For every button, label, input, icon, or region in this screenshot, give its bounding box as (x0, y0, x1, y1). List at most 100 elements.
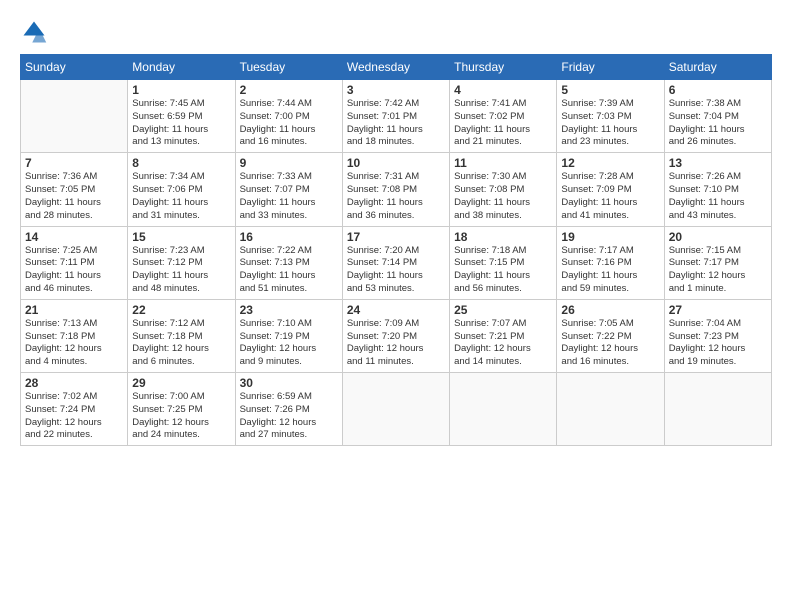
day-info: Sunrise: 6:59 AMSunset: 7:26 PMDaylight:… (240, 391, 338, 442)
calendar-header-monday: Monday (128, 55, 235, 80)
calendar-header-friday: Friday (557, 55, 664, 80)
day-number: 5 (561, 83, 659, 97)
logo-icon (20, 18, 48, 46)
day-number: 2 (240, 83, 338, 97)
day-number: 11 (454, 156, 552, 170)
day-info: Sunrise: 7:05 AMSunset: 7:22 PMDaylight:… (561, 318, 659, 369)
day-number: 25 (454, 303, 552, 317)
calendar-header-saturday: Saturday (664, 55, 771, 80)
day-info: Sunrise: 7:31 AMSunset: 7:08 PMDaylight:… (347, 171, 445, 222)
calendar-cell: 4Sunrise: 7:41 AMSunset: 7:02 PMDaylight… (450, 80, 557, 153)
day-info: Sunrise: 7:36 AMSunset: 7:05 PMDaylight:… (25, 171, 123, 222)
calendar-cell: 28Sunrise: 7:02 AMSunset: 7:24 PMDayligh… (21, 373, 128, 446)
calendar-cell: 25Sunrise: 7:07 AMSunset: 7:21 PMDayligh… (450, 299, 557, 372)
calendar-cell: 13Sunrise: 7:26 AMSunset: 7:10 PMDayligh… (664, 153, 771, 226)
page: SundayMondayTuesdayWednesdayThursdayFrid… (0, 0, 792, 612)
day-number: 10 (347, 156, 445, 170)
day-number: 14 (25, 230, 123, 244)
calendar-cell: 29Sunrise: 7:00 AMSunset: 7:25 PMDayligh… (128, 373, 235, 446)
calendar-cell: 26Sunrise: 7:05 AMSunset: 7:22 PMDayligh… (557, 299, 664, 372)
day-number: 1 (132, 83, 230, 97)
day-number: 13 (669, 156, 767, 170)
day-info: Sunrise: 7:20 AMSunset: 7:14 PMDaylight:… (347, 245, 445, 296)
calendar-header-thursday: Thursday (450, 55, 557, 80)
calendar-cell: 12Sunrise: 7:28 AMSunset: 7:09 PMDayligh… (557, 153, 664, 226)
calendar-cell (664, 373, 771, 446)
day-info: Sunrise: 7:38 AMSunset: 7:04 PMDaylight:… (669, 98, 767, 149)
day-number: 18 (454, 230, 552, 244)
day-info: Sunrise: 7:04 AMSunset: 7:23 PMDaylight:… (669, 318, 767, 369)
day-info: Sunrise: 7:34 AMSunset: 7:06 PMDaylight:… (132, 171, 230, 222)
day-info: Sunrise: 7:10 AMSunset: 7:19 PMDaylight:… (240, 318, 338, 369)
calendar-cell: 11Sunrise: 7:30 AMSunset: 7:08 PMDayligh… (450, 153, 557, 226)
calendar-cell: 19Sunrise: 7:17 AMSunset: 7:16 PMDayligh… (557, 226, 664, 299)
calendar-cell (21, 80, 128, 153)
calendar-cell: 23Sunrise: 7:10 AMSunset: 7:19 PMDayligh… (235, 299, 342, 372)
day-number: 21 (25, 303, 123, 317)
calendar-cell: 20Sunrise: 7:15 AMSunset: 7:17 PMDayligh… (664, 226, 771, 299)
day-number: 15 (132, 230, 230, 244)
day-info: Sunrise: 7:26 AMSunset: 7:10 PMDaylight:… (669, 171, 767, 222)
day-number: 29 (132, 376, 230, 390)
day-info: Sunrise: 7:22 AMSunset: 7:13 PMDaylight:… (240, 245, 338, 296)
day-number: 23 (240, 303, 338, 317)
header (20, 18, 772, 46)
day-info: Sunrise: 7:44 AMSunset: 7:00 PMDaylight:… (240, 98, 338, 149)
calendar-cell: 10Sunrise: 7:31 AMSunset: 7:08 PMDayligh… (342, 153, 449, 226)
day-info: Sunrise: 7:42 AMSunset: 7:01 PMDaylight:… (347, 98, 445, 149)
day-number: 22 (132, 303, 230, 317)
day-number: 7 (25, 156, 123, 170)
calendar-header-wednesday: Wednesday (342, 55, 449, 80)
day-number: 28 (25, 376, 123, 390)
day-info: Sunrise: 7:39 AMSunset: 7:03 PMDaylight:… (561, 98, 659, 149)
day-info: Sunrise: 7:09 AMSunset: 7:20 PMDaylight:… (347, 318, 445, 369)
calendar-cell: 30Sunrise: 6:59 AMSunset: 7:26 PMDayligh… (235, 373, 342, 446)
day-info: Sunrise: 7:17 AMSunset: 7:16 PMDaylight:… (561, 245, 659, 296)
calendar-cell (450, 373, 557, 446)
day-info: Sunrise: 7:41 AMSunset: 7:02 PMDaylight:… (454, 98, 552, 149)
calendar-table: SundayMondayTuesdayWednesdayThursdayFrid… (20, 54, 772, 446)
calendar-cell: 24Sunrise: 7:09 AMSunset: 7:20 PMDayligh… (342, 299, 449, 372)
calendar-cell (342, 373, 449, 446)
day-info: Sunrise: 7:30 AMSunset: 7:08 PMDaylight:… (454, 171, 552, 222)
day-number: 19 (561, 230, 659, 244)
day-number: 17 (347, 230, 445, 244)
calendar-cell: 8Sunrise: 7:34 AMSunset: 7:06 PMDaylight… (128, 153, 235, 226)
day-number: 16 (240, 230, 338, 244)
calendar-cell: 5Sunrise: 7:39 AMSunset: 7:03 PMDaylight… (557, 80, 664, 153)
day-info: Sunrise: 7:02 AMSunset: 7:24 PMDaylight:… (25, 391, 123, 442)
calendar-cell: 15Sunrise: 7:23 AMSunset: 7:12 PMDayligh… (128, 226, 235, 299)
day-number: 3 (347, 83, 445, 97)
day-number: 4 (454, 83, 552, 97)
calendar-cell: 1Sunrise: 7:45 AMSunset: 6:59 PMDaylight… (128, 80, 235, 153)
calendar-cell: 14Sunrise: 7:25 AMSunset: 7:11 PMDayligh… (21, 226, 128, 299)
calendar-week-row: 1Sunrise: 7:45 AMSunset: 6:59 PMDaylight… (21, 80, 772, 153)
calendar-cell: 16Sunrise: 7:22 AMSunset: 7:13 PMDayligh… (235, 226, 342, 299)
calendar-cell (557, 373, 664, 446)
day-info: Sunrise: 7:23 AMSunset: 7:12 PMDaylight:… (132, 245, 230, 296)
calendar-cell: 22Sunrise: 7:12 AMSunset: 7:18 PMDayligh… (128, 299, 235, 372)
day-number: 12 (561, 156, 659, 170)
calendar-cell: 2Sunrise: 7:44 AMSunset: 7:00 PMDaylight… (235, 80, 342, 153)
calendar-week-row: 21Sunrise: 7:13 AMSunset: 7:18 PMDayligh… (21, 299, 772, 372)
day-number: 6 (669, 83, 767, 97)
day-number: 26 (561, 303, 659, 317)
day-info: Sunrise: 7:25 AMSunset: 7:11 PMDaylight:… (25, 245, 123, 296)
day-number: 8 (132, 156, 230, 170)
day-info: Sunrise: 7:45 AMSunset: 6:59 PMDaylight:… (132, 98, 230, 149)
calendar-header-tuesday: Tuesday (235, 55, 342, 80)
calendar-cell: 3Sunrise: 7:42 AMSunset: 7:01 PMDaylight… (342, 80, 449, 153)
day-number: 9 (240, 156, 338, 170)
calendar-cell: 9Sunrise: 7:33 AMSunset: 7:07 PMDaylight… (235, 153, 342, 226)
calendar-header-row: SundayMondayTuesdayWednesdayThursdayFrid… (21, 55, 772, 80)
day-info: Sunrise: 7:15 AMSunset: 7:17 PMDaylight:… (669, 245, 767, 296)
calendar-header-sunday: Sunday (21, 55, 128, 80)
calendar-cell: 17Sunrise: 7:20 AMSunset: 7:14 PMDayligh… (342, 226, 449, 299)
logo (20, 18, 52, 46)
calendar-week-row: 28Sunrise: 7:02 AMSunset: 7:24 PMDayligh… (21, 373, 772, 446)
day-number: 24 (347, 303, 445, 317)
day-info: Sunrise: 7:13 AMSunset: 7:18 PMDaylight:… (25, 318, 123, 369)
day-info: Sunrise: 7:12 AMSunset: 7:18 PMDaylight:… (132, 318, 230, 369)
calendar-cell: 7Sunrise: 7:36 AMSunset: 7:05 PMDaylight… (21, 153, 128, 226)
calendar-cell: 6Sunrise: 7:38 AMSunset: 7:04 PMDaylight… (664, 80, 771, 153)
